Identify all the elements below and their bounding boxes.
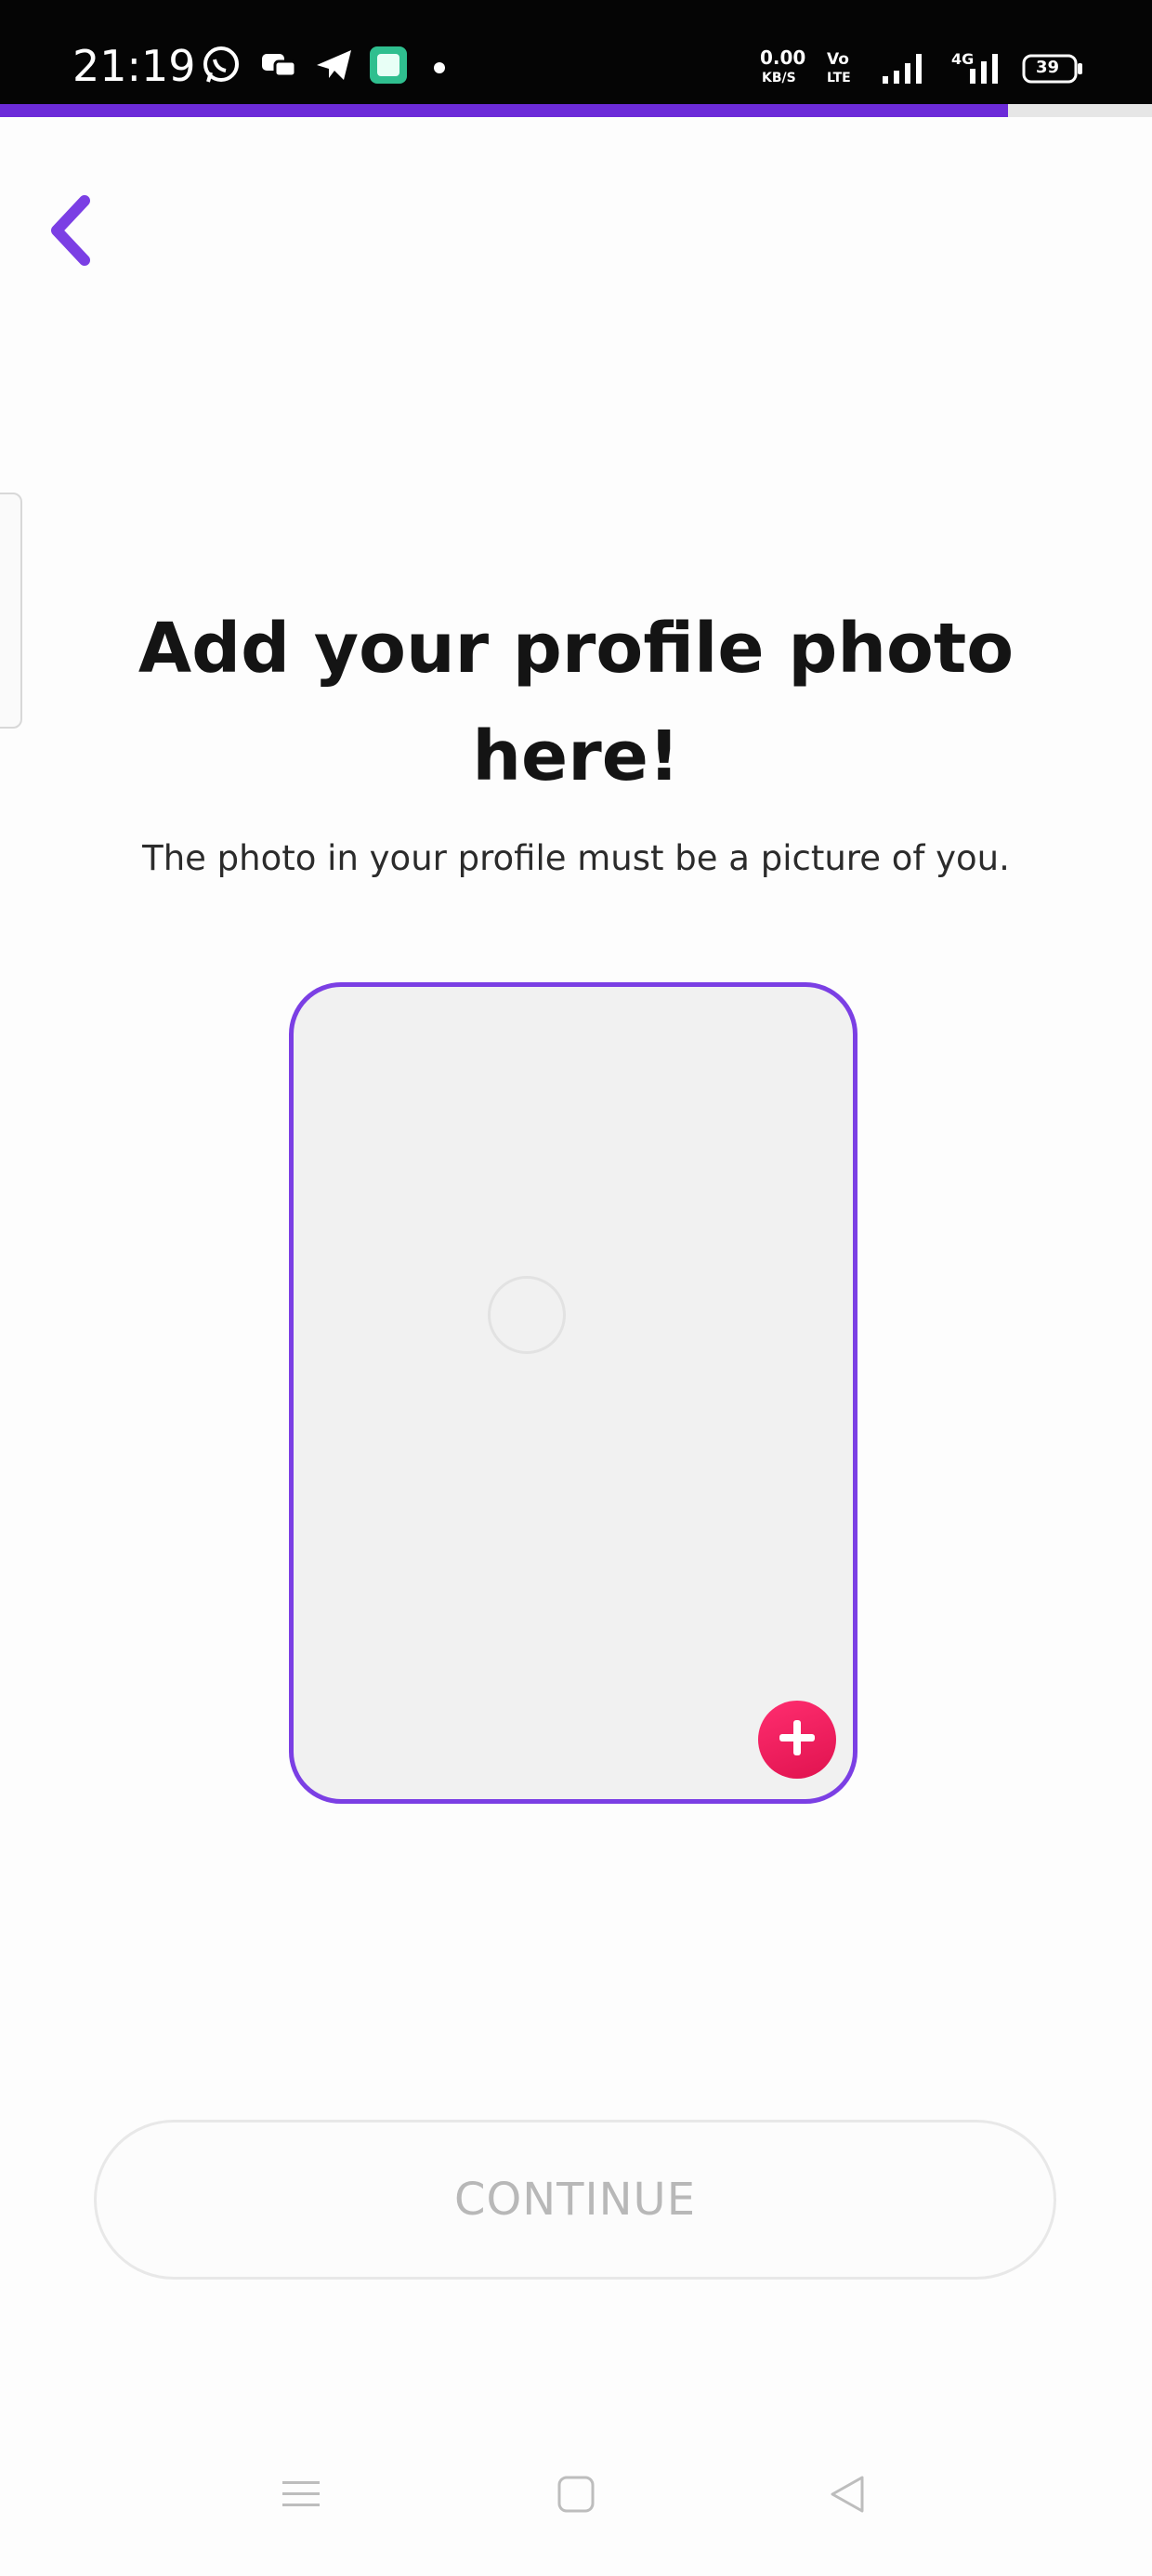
app-icon: [368, 45, 409, 90]
page-title: Add your profile photo here!: [0, 595, 1152, 810]
signal-icon: [881, 52, 929, 88]
dot-icon: [433, 61, 446, 79]
system-nav-bar: [0, 2435, 1152, 2576]
whatsapp-icon: [201, 45, 242, 90]
network-speed-unit: KB/S: [762, 71, 796, 85]
add-photo-button[interactable]: [758, 1701, 836, 1779]
network-speed-value: 0.00: [760, 46, 806, 69]
back-triangle-icon[interactable]: [825, 2472, 870, 2521]
volte-bottom: LTE: [827, 71, 851, 85]
volte-top: Vo: [827, 50, 849, 69]
page-subtitle: The photo in your profile must be a pict…: [142, 838, 1010, 878]
chevron-left-icon: [44, 193, 96, 272]
progress-fill: [0, 104, 1008, 117]
back-button[interactable]: [37, 191, 102, 274]
status-time: 21:19: [72, 41, 196, 91]
title-line-1: Add your profile photo: [137, 609, 1015, 689]
progress-bar: [0, 104, 1152, 117]
status-bar: 21:19 0.00 KB/S Vo LTE 4G 39: [0, 0, 1152, 104]
signal-icon-2: [966, 52, 1009, 88]
profile-photo-slot[interactable]: [289, 982, 857, 1804]
messenger-icon: [258, 45, 299, 90]
continue-button[interactable]: CONTINUE: [94, 2120, 1056, 2280]
home-icon[interactable]: [554, 2472, 598, 2521]
telegram-icon: [314, 45, 355, 90]
menu-icon[interactable]: [279, 2472, 323, 2521]
placeholder-circle: [488, 1276, 566, 1354]
plus-icon: [774, 1715, 820, 1766]
battery-level: 39: [1036, 58, 1060, 77]
title-line-2: here!: [472, 716, 680, 796]
